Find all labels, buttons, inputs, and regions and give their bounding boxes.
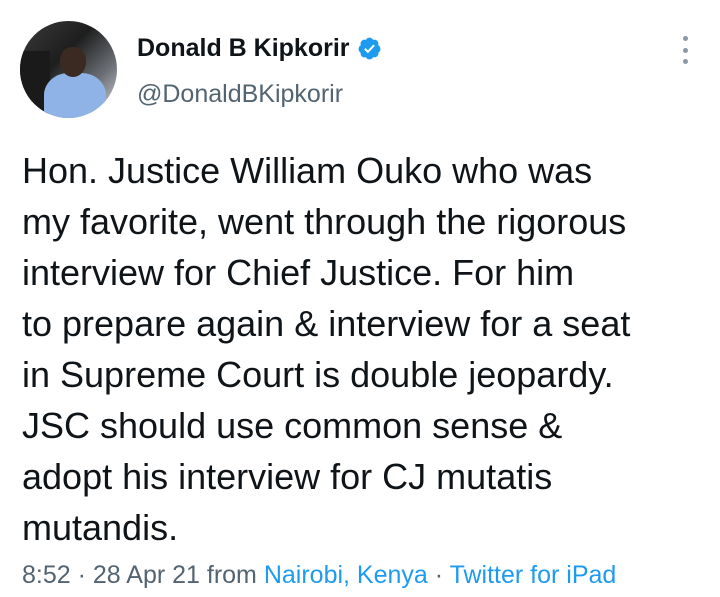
more-dot <box>682 47 688 53</box>
tweet-location-link[interactable]: Nairobi, Kenya <box>264 561 428 589</box>
author-display-name-row[interactable]: Donald B Kipkorir <box>137 34 382 63</box>
author-handle[interactable]: @DonaldBKipkorir <box>137 80 343 109</box>
tweet-date[interactable]: 28 Apr 21 <box>93 561 200 589</box>
avatar-face <box>60 47 86 77</box>
meta-from: from <box>199 561 264 589</box>
more-dot <box>682 36 688 41</box>
tweet-time[interactable]: 8:52 <box>22 561 71 589</box>
author-display-name[interactable]: Donald B Kipkorir <box>137 34 350 63</box>
meta-separator: · <box>427 561 450 589</box>
verified-badge-icon <box>358 37 380 60</box>
tweet-text: Hon. Justice William Ouko who was my fav… <box>22 150 631 548</box>
author-avatar[interactable] <box>20 21 117 118</box>
more-options-icon[interactable] <box>676 36 694 64</box>
tweet-source-link[interactable]: Twitter for iPad <box>450 561 617 589</box>
more-dot <box>682 59 688 64</box>
avatar-shirt <box>44 73 106 118</box>
meta-separator: · <box>70 561 93 589</box>
tweet-meta: 8:52 · 28 Apr 21 from Nairobi, Kenya · T… <box>22 561 616 590</box>
